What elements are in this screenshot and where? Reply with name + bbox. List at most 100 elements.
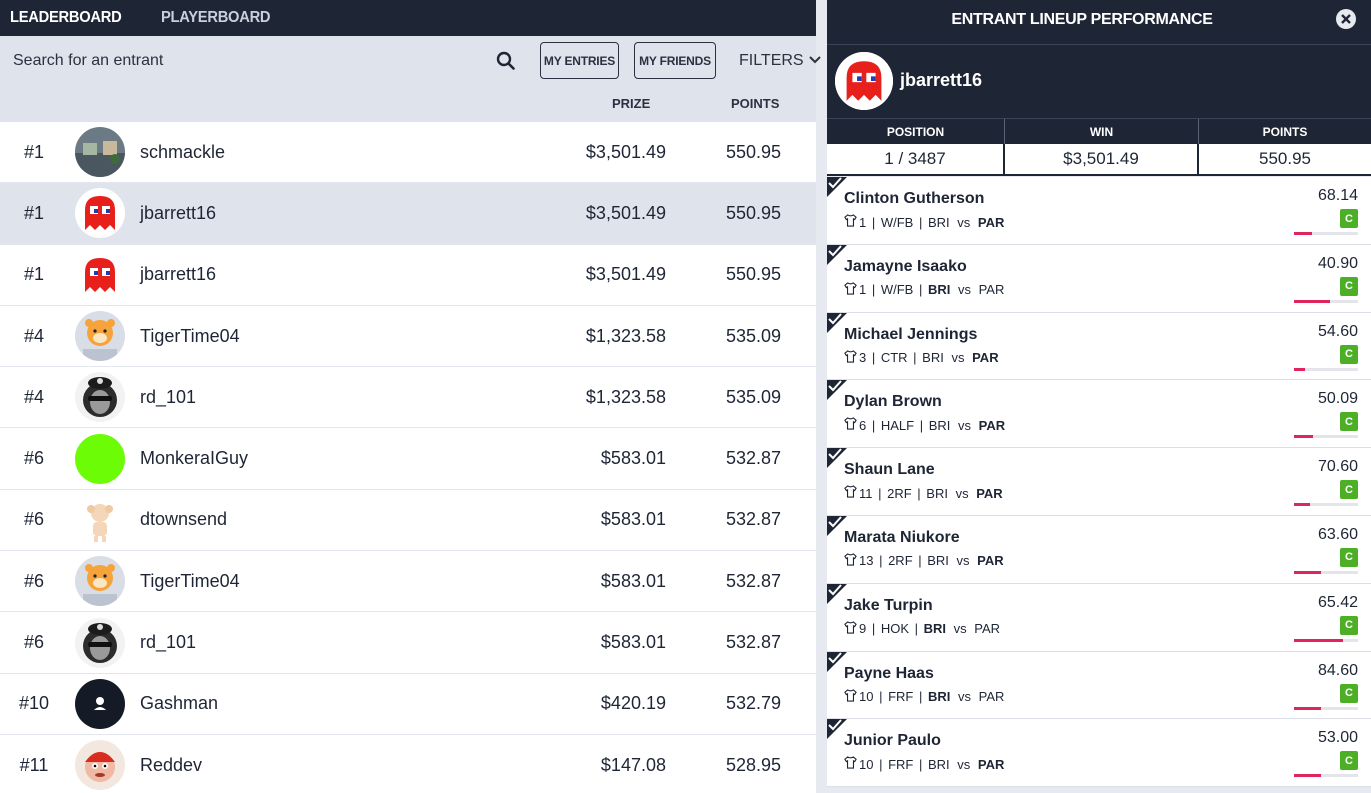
leaderboard-row[interactable]: #6 rd_101 $583.01 532.87 [0,612,816,674]
search-icon[interactable] [496,51,516,71]
status-badge: C [1340,412,1358,432]
entrant-prize: $583.01 [600,509,666,530]
player-name: Clinton Gutherson [844,190,985,207]
column-header-points[interactable]: POINTS [731,96,779,111]
status-badge: C [1340,209,1358,228]
entrant-points: 532.79 [726,693,782,714]
player-team: BRI [927,689,951,705]
lion-avatar [75,372,125,423]
leaderboard-row[interactable]: #1 schmackle $3,501.49 550.95 [0,122,816,184]
player-points: 70.60 [1317,458,1358,476]
player-number: 3 [859,350,867,366]
column-header-prize[interactable]: PRIZE [612,96,650,111]
leaderboard-row[interactable]: #11 Reddev $147.08 528.95 [0,735,816,793]
player-name: Junior Paulo [844,732,941,750]
filters-label: FILTERS [739,52,804,69]
entrant-name: jbarrett16 [140,264,217,285]
player-row[interactable]: Payne Haas 10 | FRF | BRI vs PAR 84.60 C [827,651,1371,720]
performance-bar [1294,232,1358,235]
player-details: 10 | FRF | BRI vs PAR [844,756,1004,772]
entrant-points: 532.87 [726,632,782,653]
entrant-prize: $3,501.49 [585,202,666,223]
player-list: Clinton Gutherson 1 | W/FB | BRI vs PAR … [827,177,1371,788]
player-details: 10 | FRF | BRI vs PAR [844,688,1004,705]
player-opponent: PAR [977,214,1005,230]
performance-bar-fill [1294,774,1321,778]
tab-playerboard[interactable]: PLAYERBOARD [161,9,271,27]
performance-bar-fill [1294,503,1310,507]
player-details: 9 | HOK | BRI vs PAR [844,621,1000,637]
ghost-avatar [75,188,125,239]
my-entries-button[interactable]: MY ENTRIES [540,42,619,79]
performance-bar [1294,299,1358,303]
jersey-icon [844,417,857,433]
leaderboard-row[interactable]: #6 dtownsend $583.01 532.87 [0,490,816,552]
player-row[interactable]: Marata Niukore 13 | 2RF | BRI vs PAR 63.… [827,515,1371,584]
tab-leaderboard[interactable]: LEADERBOARD [10,9,122,27]
player-team: BRI [923,621,947,637]
entrant-rank: #1 [23,202,45,223]
close-icon[interactable] [1336,9,1356,29]
leaderboard-row[interactable]: #4 rd_101 $1,323.58 535.09 [0,367,816,429]
player-team: BRI [927,553,949,569]
jersey-icon [844,349,857,366]
leaderboard-row[interactable]: #4 TigerTime04 $1,323.58 535.09 [0,306,816,368]
stat-value-win: $3,501.49 [1005,144,1199,174]
player-position: CTR [880,350,908,366]
status-badge: C [1340,480,1358,500]
player-number: 1 [859,282,867,298]
panel-title: ENTRANT LINEUP PERFORMANCE [951,11,1213,28]
entrant-rank: #4 [23,325,45,346]
leaderboard-row[interactable]: #6 MonkeraIGuy $583.01 532.87 [0,428,816,490]
player-row[interactable]: Shaun Lane 11 | 2RF | BRI vs PAR 70.60 C [827,448,1371,516]
performance-bar-fill [1294,706,1321,710]
player-row[interactable]: Michael Jennings 3 | CTR | BRI vs PAR 54… [827,312,1371,381]
entrant-rank: #6 [23,570,45,591]
player-row[interactable]: Jamayne Isaako 1 | W/FB | BRI vs PAR 40.… [827,244,1371,313]
player-details: 13 | 2RF | BRI vs PAR [844,553,1004,569]
player-points: 50.09 [1317,390,1358,408]
entrant-name: rd_101 [140,386,197,407]
chevron-down-icon [808,52,822,70]
default-avatar [75,678,125,729]
player-team: BRI [927,282,951,298]
performance-bar-fill [1294,232,1312,235]
entrant-points: 535.09 [726,325,782,346]
entrant-points: 532.87 [726,570,782,591]
status-badge: C [1340,344,1358,364]
versus-label: vs [957,282,971,298]
entrant-rank: #6 [23,509,45,530]
player-position: FRF [888,756,914,772]
performance-bar [1294,774,1358,778]
toolbar: MY ENTRIES MY FRIENDS FILTERS PRIZE POIN… [0,36,821,122]
my-friends-button[interactable]: MY FRIENDS [634,42,716,79]
tiger-avatar [75,556,125,607]
top-tabs: LEADERBOARD PLAYERBOARD [0,0,816,36]
leaderboard-row[interactable]: #6 TigerTime04 $583.01 532.87 [0,551,816,613]
player-number: 9 [859,621,867,637]
player-number: 11 [859,485,873,501]
player-row[interactable]: Clinton Gutherson 1 | W/FB | BRI vs PAR … [827,177,1371,245]
entrant-prize: $147.08 [600,754,666,775]
entrant-name: schmackle [140,141,226,162]
player-points: 54.60 [1317,322,1358,340]
entrant-prize: $420.19 [600,693,666,714]
versus-label: vs [957,689,971,705]
search-input[interactable] [13,50,483,72]
player-row[interactable]: Dylan Brown 6 | HALF | BRI vs PAR 50.09 … [827,380,1371,449]
player-name: Shaun Lane [844,461,935,479]
stats-values: 1 / 3487 $3,501.49 550.95 [827,144,1371,176]
performance-bar [1294,706,1358,710]
leaderboard-row[interactable]: #1 jbarrett16 $3,501.49 550.95 [0,245,816,306]
leaderboard-row[interactable]: #1 jbarrett16 $3,501.49 550.95 [0,183,816,245]
player-row[interactable]: Jake Turpin 9 | HOK | BRI vs PAR 65.42 C [827,583,1371,652]
leaderboard-row[interactable]: #10 Gashman $420.19 532.79 [0,674,816,735]
filters-dropdown[interactable]: FILTERS [739,52,822,70]
green-avatar [75,433,125,484]
jersey-icon [844,756,857,772]
performance-bar [1294,570,1358,574]
player-row[interactable]: Junior Paulo 10 | FRF | BRI vs PAR 53.00… [827,719,1371,788]
status-badge: C [1340,683,1358,703]
entrant-points: 532.87 [726,448,782,469]
player-position: FRF [888,689,914,705]
